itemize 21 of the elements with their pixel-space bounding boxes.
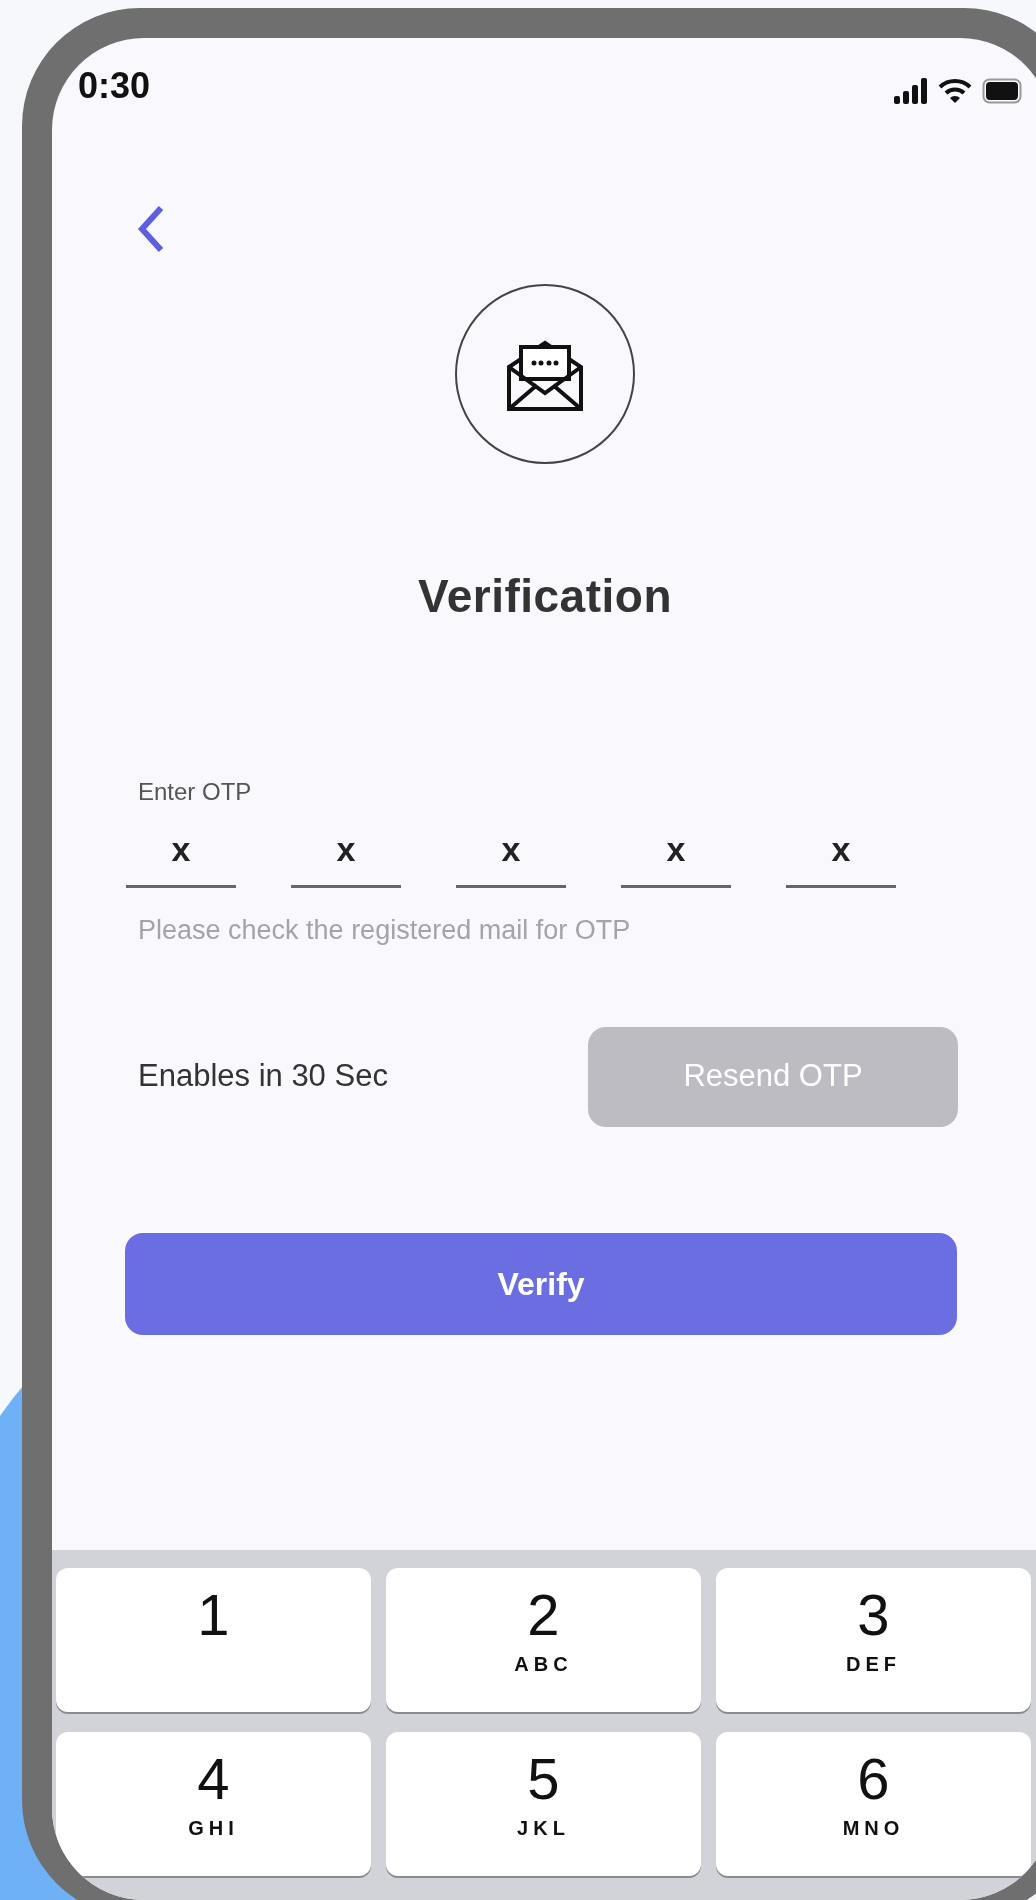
keypad-key[interactable]: 5 JKL	[386, 1732, 701, 1876]
status-time: 0:30	[78, 68, 151, 104]
otp-digit-field[interactable]: x	[291, 824, 401, 888]
keypad-key[interactable]: 4 GHI	[56, 1732, 371, 1876]
otp-digit-field[interactable]: x	[126, 824, 236, 888]
wifi-icon	[938, 78, 972, 104]
keypad-key[interactable]: 2 ABC	[386, 1568, 701, 1712]
otp-digit-field[interactable]: x	[456, 824, 566, 888]
otp-digit-field[interactable]: x	[786, 824, 896, 888]
keypad-key[interactable]: 6 MNO	[716, 1732, 1031, 1876]
otp-label: Enter OTP	[138, 777, 253, 807]
page-title: Verification	[417, 569, 673, 624]
keypad-key[interactable]: 1	[56, 1568, 371, 1712]
verify-button[interactable]: Verify	[125, 1232, 957, 1335]
signal-icon	[894, 78, 928, 104]
back-button[interactable]	[136, 204, 166, 254]
otp-digit-field[interactable]: x	[621, 824, 731, 888]
resend-timer: Enables in 30 Sec	[138, 1057, 389, 1096]
battery-icon	[982, 78, 1022, 104]
otp-hint: Please check the registered mail for OTP	[138, 914, 632, 947]
keypad-key[interactable]: 3 DEF	[716, 1568, 1031, 1712]
